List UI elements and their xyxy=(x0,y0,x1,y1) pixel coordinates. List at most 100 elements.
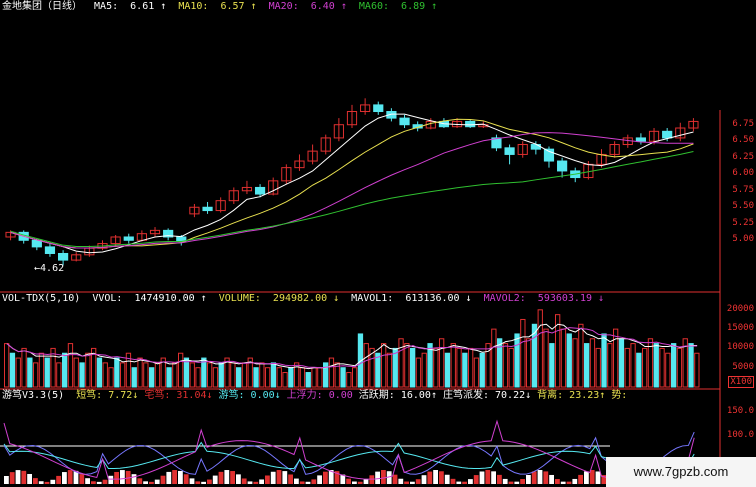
tech-bar xyxy=(456,481,462,484)
volume-bar xyxy=(288,367,294,388)
tech-bar xyxy=(584,471,589,484)
tech-bar xyxy=(172,470,177,484)
volume-bar xyxy=(27,357,33,388)
volume-bar xyxy=(340,367,346,388)
volume-bar xyxy=(236,367,242,388)
volume-bar xyxy=(79,362,85,388)
volume-bar xyxy=(44,357,50,388)
volume-bar xyxy=(311,367,317,388)
volume-bar xyxy=(230,362,236,388)
candle-body xyxy=(465,120,476,128)
tech-bar xyxy=(491,471,496,484)
candle-body xyxy=(254,186,266,195)
tech-bar xyxy=(27,473,32,484)
volume-value: 294982.00 xyxy=(272,293,328,304)
tech-bar xyxy=(381,470,386,484)
tech-bar xyxy=(398,478,404,484)
volume-bar xyxy=(613,328,619,388)
tech-bar xyxy=(508,481,514,484)
volume-tick-1: 15000 xyxy=(726,323,754,334)
volume-bar xyxy=(375,352,381,388)
volume-bar xyxy=(346,372,352,388)
tech-bar xyxy=(183,474,189,484)
volume-bar xyxy=(688,343,694,388)
volume-bar xyxy=(497,338,503,388)
volume-bar xyxy=(595,347,601,388)
tech-bar xyxy=(462,481,467,484)
tech-bar xyxy=(33,478,38,484)
volume-bar xyxy=(15,357,21,388)
volume-bar xyxy=(543,328,549,388)
price-tick-4: 5.75 xyxy=(732,184,754,195)
tech-field-5: 庄笃派发: 70.22↓ xyxy=(442,390,532,401)
volume-bar xyxy=(317,367,323,388)
tech-bar xyxy=(572,478,578,484)
tech-bar xyxy=(473,475,479,484)
mavol2-readout: MAVOL2: 593603.19 ↓ xyxy=(483,293,605,304)
tech-bar xyxy=(323,471,328,484)
tech-bar xyxy=(427,471,433,484)
volume-bar xyxy=(149,367,155,388)
tech-bar xyxy=(392,474,398,484)
tech-bar xyxy=(439,471,444,484)
volume-bar xyxy=(404,343,410,388)
candle-body xyxy=(399,117,410,126)
volume-bar xyxy=(427,343,433,388)
tech-bar xyxy=(375,471,380,484)
volume-bar xyxy=(381,343,387,388)
tech-bar xyxy=(595,471,601,484)
volume-bar xyxy=(102,362,108,388)
volume-bar xyxy=(560,328,567,388)
tech-bar xyxy=(537,470,543,484)
tech-bar xyxy=(201,481,206,484)
tech-bar xyxy=(444,474,450,484)
volume-bar xyxy=(508,347,514,388)
tech-bar xyxy=(9,472,15,484)
volume-bar xyxy=(183,357,190,388)
volume-bar xyxy=(62,352,68,388)
tech-bar xyxy=(120,470,125,484)
tech-bar xyxy=(4,476,9,484)
volume-bar xyxy=(172,362,178,388)
volume-bar xyxy=(479,352,485,388)
watermark: www.7gpzb.com xyxy=(606,457,756,487)
volume-bar xyxy=(601,333,607,388)
tech-bar xyxy=(404,481,409,484)
tech-bar xyxy=(56,475,61,484)
tech-field-3: 上浮力: 0.00 xyxy=(286,390,353,401)
volume-bar xyxy=(195,367,201,388)
volume-bar xyxy=(73,357,79,388)
volume-bar xyxy=(218,362,224,388)
volume-bar xyxy=(85,352,91,388)
chart-canvas[interactable] xyxy=(0,0,756,487)
volume-bar xyxy=(305,372,311,388)
volume-bar xyxy=(589,338,596,388)
ma10-line xyxy=(10,118,694,249)
tech-bar xyxy=(311,479,317,484)
volume-bar xyxy=(178,352,184,388)
candle-body xyxy=(530,144,541,150)
volume-bar xyxy=(630,343,636,388)
tech-bar xyxy=(317,475,322,484)
tech-bar xyxy=(560,481,566,484)
volume-bar xyxy=(241,362,248,388)
volume-bar xyxy=(299,367,306,388)
volume-bar xyxy=(468,347,474,388)
tech-bar xyxy=(102,479,108,484)
volume-bar xyxy=(96,357,103,388)
volume-bar xyxy=(653,343,659,388)
volume-unit: X100 xyxy=(728,376,754,388)
tech-bar xyxy=(479,471,485,484)
volume-bar xyxy=(259,362,265,388)
tech-bar xyxy=(433,470,438,484)
volume-bar xyxy=(352,367,358,388)
tech-bar xyxy=(108,475,114,484)
tech-tick-1: 100.0 xyxy=(726,429,754,440)
low-price-value: 4.62 xyxy=(40,263,65,274)
tech-field-4: 活跃期: 16.00↑ xyxy=(358,390,437,401)
volume-bar xyxy=(114,357,120,388)
price-tick-2: 6.25 xyxy=(732,151,754,162)
tech-bar xyxy=(415,479,421,484)
candle-body xyxy=(557,160,568,172)
volume-bar xyxy=(282,372,288,388)
